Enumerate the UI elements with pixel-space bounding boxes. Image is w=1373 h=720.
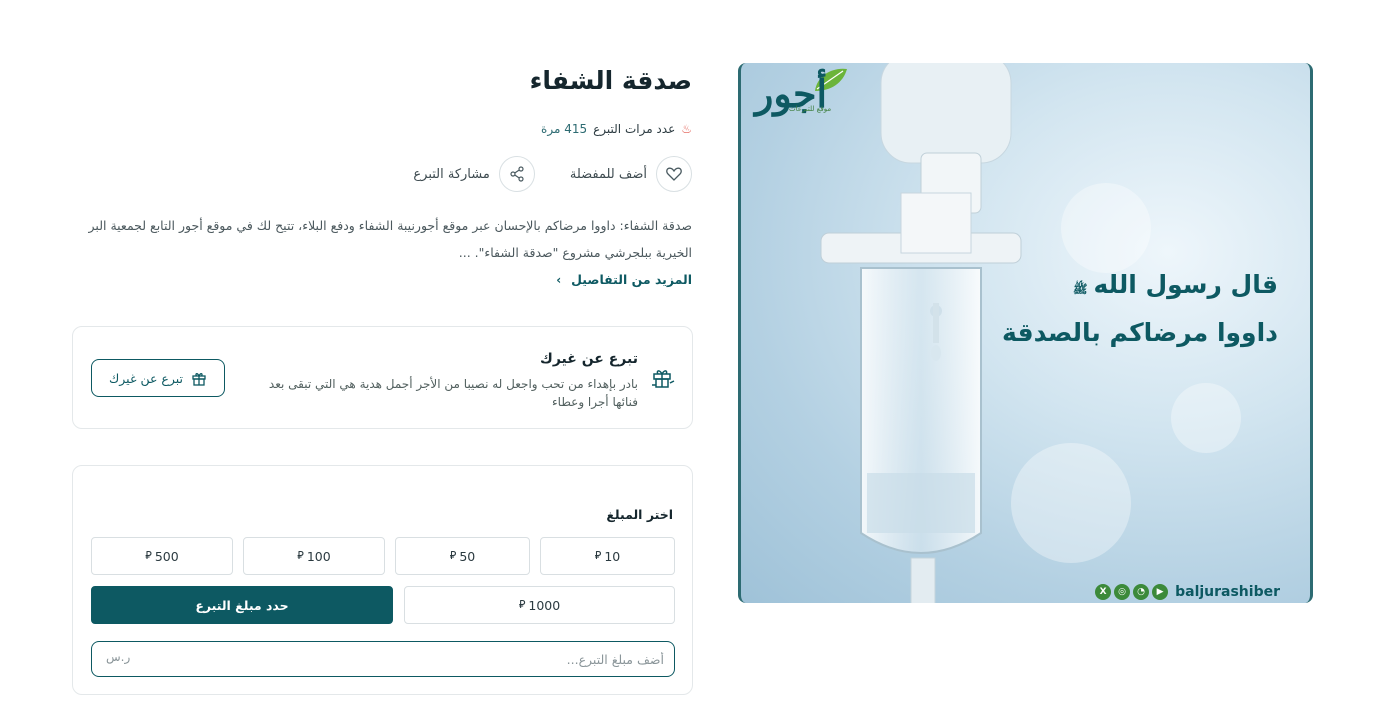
- hero-quote-line-2: داووا مرضاكم بالصدقة: [1002, 318, 1278, 347]
- drop-icon: ♨: [681, 122, 692, 136]
- amount-value: 1000: [528, 597, 561, 613]
- gift-title: تبرع عن غيرك: [540, 351, 638, 367]
- snapchat-icon: ◔: [1133, 584, 1150, 600]
- amount-value: 50: [459, 548, 476, 564]
- logo-subtitle: موقع للتبرعات: [789, 105, 832, 113]
- favorite-label[interactable]: أضف للمفضلة: [570, 167, 647, 182]
- gift-donation-card: تبرع عن غيرك بادر بإهداء من تحب واجعل له…: [72, 326, 693, 429]
- amount-selection-card: اختر المبلغ 10 ⃁ 50 ⃁ 100 ⃁ 500 ⃁ 1000 ⃁ حدد …: [72, 465, 693, 695]
- social-bar: X ◎ ◔ ▶ baljurashiber: [1095, 583, 1280, 601]
- amount-value: 100: [306, 548, 331, 564]
- riyal-icon: ⃁: [297, 549, 304, 562]
- share-icon: [510, 166, 524, 182]
- riyal-icon: ⃁: [145, 549, 152, 562]
- donation-count: ♨ عدد مرات التبرع 415 مرة: [541, 122, 692, 136]
- chevron-left-icon: ›: [556, 273, 562, 287]
- bokeh-light: [1061, 183, 1151, 273]
- amount-option-10[interactable]: 10 ⃁: [540, 537, 675, 575]
- share-button[interactable]: [498, 156, 535, 192]
- riyal-icon: ⃁: [449, 549, 457, 562]
- more-details-label[interactable]: المزيد من التفاصيل: [571, 272, 692, 287]
- amount-option-500[interactable]: 500 ⃁: [91, 537, 233, 575]
- share-label[interactable]: مشاركة التبرع: [413, 167, 489, 182]
- amount-value: 10: [604, 548, 621, 564]
- amount-label: اختر المبلغ: [606, 507, 673, 522]
- currency-suffix: ر.س: [106, 650, 131, 664]
- pbuh-glyph: ﷺ: [1072, 282, 1088, 296]
- amount-option-50[interactable]: 50 ⃁: [395, 537, 530, 575]
- favorite-button[interactable]: [656, 156, 692, 192]
- ajoor-logo: أجور موقع للتبرعات: [755, 65, 855, 121]
- campaign-image: أجور موقع للتبرعات قال رسول الله ﷺ داووا …: [738, 63, 1313, 603]
- x-icon: X: [1095, 584, 1112, 600]
- social-handle: baljurashiber: [1175, 584, 1280, 600]
- more-details-link[interactable]: المزيد من التفاصيل ›: [556, 272, 692, 287]
- amount-input[interactable]: [91, 641, 675, 677]
- hero-quote-line-1: قال رسول الله ﷺ: [1073, 270, 1278, 299]
- heart-icon: [666, 167, 682, 181]
- gift-description: بادر بإهداء من تحب واجعل له نصيبا من الأ…: [268, 377, 638, 409]
- iv-drip-illustration: [820, 63, 1022, 603]
- donation-count-value: 415 مرة: [541, 122, 588, 136]
- youtube-icon: ▶: [1152, 584, 1169, 600]
- amount-option-100[interactable]: 100 ⃁: [243, 537, 385, 575]
- riyal-icon: ⃁: [594, 549, 602, 562]
- gift-icon: [192, 373, 206, 386]
- gift-donation-button[interactable]: تبرع عن غيرك: [91, 359, 225, 397]
- donation-count-label: عدد مرات التبرع: [593, 122, 676, 136]
- amount-value: 500: [154, 548, 179, 564]
- gift-button-label[interactable]: تبرع عن غيرك: [109, 371, 183, 386]
- riyal-icon: ⃁: [518, 598, 526, 611]
- custom-amount-label[interactable]: حدد مبلغ التبرع: [195, 598, 288, 613]
- custom-amount-button[interactable]: حدد مبلغ التبرع: [91, 586, 393, 624]
- gift-icon: [652, 370, 675, 388]
- page-title: صدقة الشفاء: [529, 66, 692, 95]
- bokeh-light: [1171, 383, 1241, 453]
- campaign-description: صدقة الشفاء: داووا مرضاكم بالإحسان عبر م…: [88, 218, 692, 260]
- amount-option-1000[interactable]: 1000 ⃁: [404, 586, 675, 624]
- quote-text: قال رسول الله: [1093, 270, 1278, 299]
- campaign-actions: أضف للمفضلة مشاركة التبرع: [404, 156, 692, 192]
- instagram-icon: ◎: [1114, 584, 1131, 600]
